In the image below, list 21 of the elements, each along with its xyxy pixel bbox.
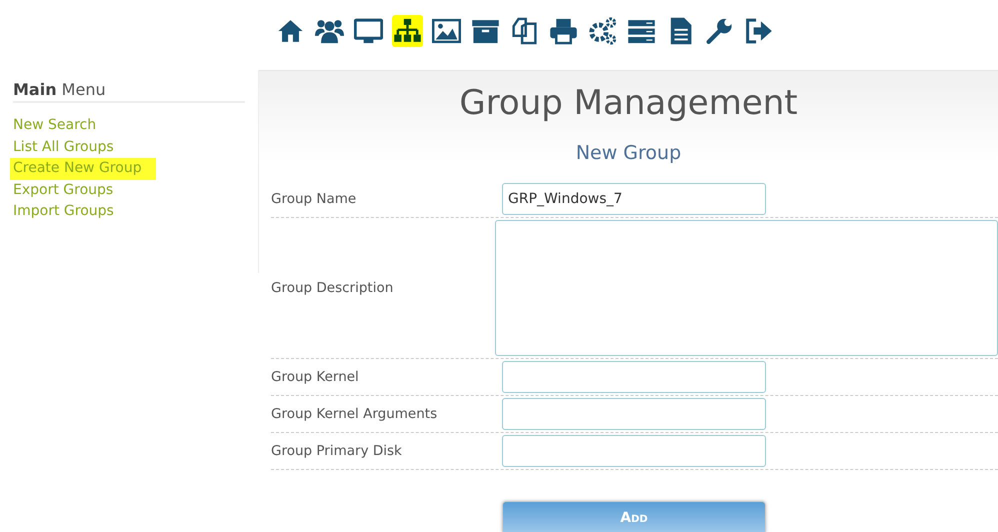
menu-link[interactable]: Export Groups xyxy=(13,180,118,202)
add-button[interactable]: Add xyxy=(502,501,766,532)
menu-link[interactable]: Import Groups xyxy=(13,201,118,223)
input-field[interactable] xyxy=(502,398,766,430)
description-field[interactable] xyxy=(494,220,998,356)
page-title: Group Management xyxy=(458,82,799,125)
menu-link[interactable]: New Search xyxy=(13,115,100,137)
gears-icon[interactable] xyxy=(586,15,618,47)
form-title: New Group xyxy=(574,141,682,166)
input-field[interactable]: GRP_Windows_7 xyxy=(502,183,766,215)
input-field[interactable] xyxy=(502,435,766,467)
sitemap-icon[interactable] xyxy=(392,15,422,47)
menu-link[interactable]: List All Groups xyxy=(13,136,118,158)
field-label: Group Description xyxy=(271,280,394,296)
menu-title: Main Menu xyxy=(13,80,245,103)
input-field[interactable] xyxy=(502,361,766,393)
field-label: Group Kernel xyxy=(271,369,360,385)
field-label: Group Kernel Arguments xyxy=(271,406,438,422)
menu-link[interactable]: Create New Group xyxy=(10,158,156,180)
field-label: Group Name xyxy=(271,191,358,207)
field-label: Group Primary Disk xyxy=(271,443,403,459)
